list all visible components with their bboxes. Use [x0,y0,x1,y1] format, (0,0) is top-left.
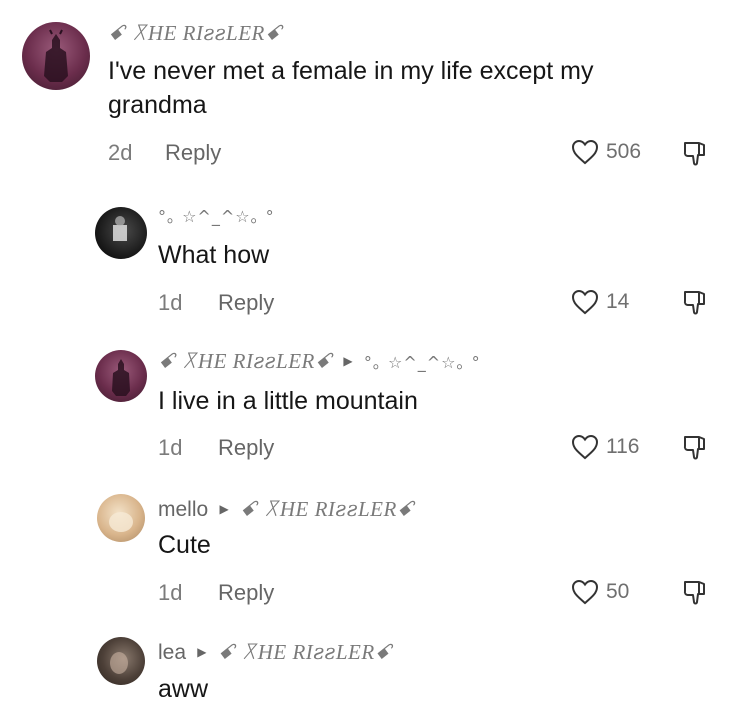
like-button[interactable]: 116 [570,433,639,461]
timestamp: 1d [158,435,183,460]
reply-button[interactable]: Reply [165,140,221,166]
comment-text: I've never met a female in my life excep… [108,57,594,119]
username[interactable]: mello ▶ ꗃ ꓃HE RIꙅꙅLERꗃ [158,494,414,522]
heart-outline-icon [571,434,599,460]
reply-button[interactable]: Reply [218,290,274,316]
like-count: 116 [606,435,640,458]
username[interactable]: ꗃ ꓃HE RIꙅꙅLERꗃ ▶ °｡ ☆^_^☆｡ ° [158,346,481,374]
figure-silhouette-icon [112,359,130,396]
reply-button[interactable]: Reply [218,435,274,461]
person-photo-icon [110,652,128,674]
like-count: 14 [606,290,630,313]
comment-text: aww [158,675,209,703]
thumbs-down-icon[interactable] [680,578,710,608]
reply-arrow-icon: ▶ [343,354,353,368]
reply-arrow-icon: ▶ [219,502,229,516]
like-button[interactable]: 50 [570,578,629,606]
username[interactable]: °｡ ☆^_^☆｡ ° [158,203,275,228]
avatar[interactable] [22,22,90,90]
comment-text: What how [158,241,270,269]
like-count: 50 [606,580,630,603]
thumbs-down-icon[interactable] [680,433,710,463]
like-button[interactable]: 506 [570,138,641,166]
reply-arrow-icon: ▶ [197,645,207,659]
timestamp: 1d [158,580,183,605]
avatar[interactable] [97,494,145,542]
timestamp: 2d [108,140,133,165]
thumbs-down-icon[interactable] [680,139,710,169]
reply-button[interactable]: Reply [218,580,274,606]
avatar[interactable] [95,350,147,402]
timestamp: 1d [158,290,183,315]
like-button[interactable]: 14 [570,288,629,316]
heart-outline-icon [571,579,599,605]
avatar[interactable] [97,637,145,685]
thumbs-down-icon[interactable] [680,288,710,318]
comment-text: Cute [158,531,211,559]
username[interactable]: ꗃ ꓃HE RIꙅꙅLERꗃ [108,18,282,46]
avatar[interactable] [95,207,147,259]
cat-face-icon [109,512,133,532]
heart-outline-icon [571,139,599,165]
like-count: 506 [606,140,642,163]
figure-silhouette-icon [44,29,68,82]
comment-text: I live in a little mountain [158,387,418,415]
figure-silhouette-icon [113,216,127,241]
username[interactable]: lea ▶ ꗃ ꓃HE RIꙅꙅLERꗃ [158,637,392,665]
heart-outline-icon [571,289,599,315]
